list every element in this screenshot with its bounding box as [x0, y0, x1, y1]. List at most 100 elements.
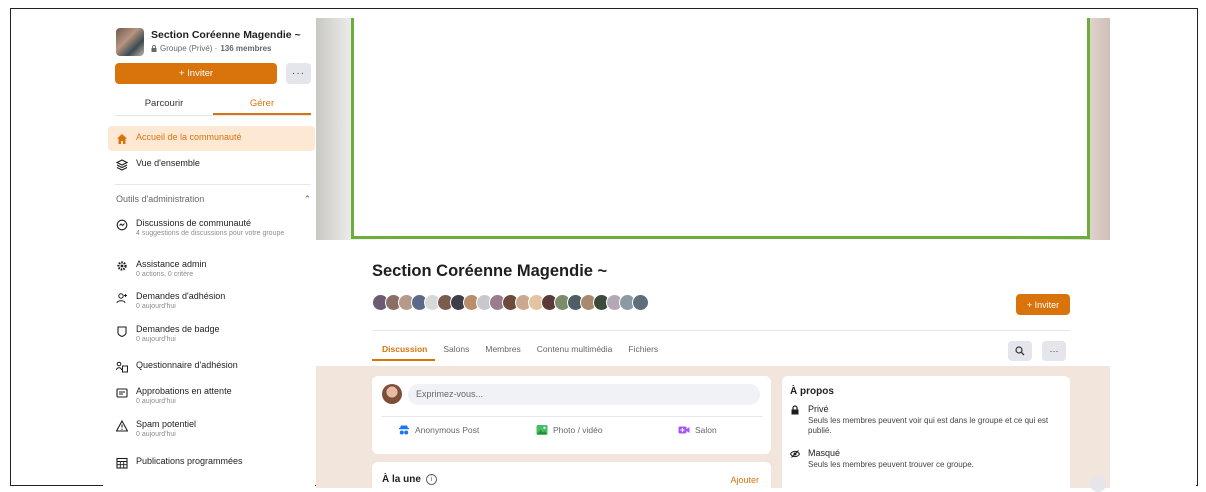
tab-discussion[interactable]: Discussion — [372, 337, 436, 361]
overview-icon — [116, 159, 128, 171]
cover-photo[interactable] — [351, 18, 1090, 239]
divider — [115, 184, 311, 185]
search-icon — [1015, 346, 1025, 356]
invite-button-label: + Inviter — [178, 68, 214, 79]
sidebar-item-assistance[interactable]: Assistance admin 0 actions, 0 critère — [108, 259, 315, 280]
sidebar-tabs: Parcourir Gérer — [115, 94, 311, 116]
about-item-desc: Seuls les membres peuvent trouver ce gro… — [808, 460, 974, 469]
sidebar-item-label: Questionnaire d'adhésion — [136, 360, 238, 370]
post-composer: Exprimez-vous... Anonymous Post Photo / … — [372, 376, 771, 454]
sidebar-item-sub: 0 aujourd'hui — [136, 303, 176, 310]
tab-fichiers[interactable]: Fichiers — [620, 337, 666, 361]
divider — [372, 330, 1070, 331]
sidebar-item-demandes-badge[interactable]: Demandes de badge 0 aujourd'hui — [108, 324, 315, 345]
lock-icon — [151, 45, 157, 52]
about-item-privacy: Privé Seuls les membres peuvent voir qui… — [790, 404, 1064, 437]
admin-tools-label: Outils d'administration — [116, 194, 205, 204]
gear-icon — [117, 261, 127, 271]
salon-button[interactable]: Salon — [678, 424, 717, 436]
group-name[interactable]: Section Coréenne Magendie ~ — [151, 29, 301, 41]
tab-salons[interactable]: Salons — [435, 337, 477, 361]
sidebar-item-discussions[interactable]: Discussions de communauté 4 suggestions d… — [108, 218, 315, 239]
calendar-icon — [116, 457, 128, 469]
anonymous-icon — [399, 425, 409, 435]
invite-button[interactable]: + Inviter — [115, 63, 277, 84]
more-options-button[interactable]: ··· — [286, 63, 311, 84]
anonymous-post-label: Anonymous Post — [415, 425, 480, 435]
sidebar-item-sub: 0 aujourd'hui — [136, 431, 176, 438]
group-member-count[interactable]: 136 membres — [220, 44, 271, 53]
main-content: Section Coréenne Magendie ~ + Inviter Di… — [316, 18, 1110, 488]
photo-icon — [536, 425, 548, 435]
composer-input[interactable]: Exprimez-vous... — [408, 384, 760, 405]
sidebar-item-label: Vue d'ensemble — [136, 158, 200, 168]
warning-icon — [116, 420, 128, 432]
page-title: Section Coréenne Magendie ~ — [372, 262, 608, 280]
sidebar-item-approbations[interactable]: Approbations en attente 0 aujourd'hui — [108, 386, 315, 407]
avatar[interactable] — [632, 294, 649, 311]
sidebar-item-sub: 4 suggestions de discussions pour votre … — [136, 230, 285, 237]
member-avatars[interactable] — [372, 294, 649, 314]
home-icon — [117, 134, 127, 144]
search-button[interactable] — [1008, 341, 1032, 361]
badge-icon — [117, 326, 127, 337]
sidebar-item-accueil[interactable]: Accueil de la communauté — [108, 126, 315, 151]
sidebar-item-publications[interactable]: Publications programmées — [108, 456, 315, 469]
scroll-button[interactable] — [1090, 476, 1106, 492]
info-icon[interactable]: i — [425, 474, 437, 485]
featured-section: À la une i Ajouter — [372, 462, 771, 488]
sidebar-item-questionnaire[interactable]: Questionnaire d'adhésion — [108, 360, 315, 373]
about-item-visibility: Masqué Seuls les membres peuvent trouver… — [790, 448, 1064, 470]
sidebar-item-label: Approbations en attente — [136, 386, 232, 396]
sidebar-item-label: Demandes de badge — [136, 324, 220, 334]
add-person-icon — [116, 293, 127, 304]
add-featured-button[interactable]: Ajouter — [730, 475, 759, 485]
sidebar-item-sub: 0 actions, 0 critère — [136, 271, 194, 278]
about-item-desc: Seuls les membres peuvent voir qui est d… — [808, 416, 1049, 436]
featured-title: À la une i — [382, 474, 437, 485]
featured-label: À la une — [382, 474, 421, 485]
chevron-up-icon[interactable]: ⌃ — [303, 194, 311, 205]
about-panel: À propos Privé Seuls les membres peuvent… — [782, 376, 1070, 488]
discussion-icon — [116, 219, 128, 231]
sidebar-item-label: Assistance admin — [136, 259, 207, 269]
tab-membres[interactable]: Membres — [477, 337, 528, 361]
eye-hidden-icon — [790, 450, 800, 458]
tab-gerer[interactable]: Gérer — [213, 94, 311, 115]
sidebar-item-label: Discussions de communauté — [136, 218, 252, 228]
lock-icon — [791, 405, 799, 415]
questionnaire-icon — [116, 361, 128, 373]
admin-tools-header[interactable]: Outils d'administration ⌃ — [116, 194, 311, 205]
avatar[interactable] — [382, 384, 402, 404]
sidebar-item-label: Demandes d'adhésion — [136, 291, 226, 301]
sidebar-item-label: Accueil de la communauté — [136, 132, 242, 142]
invite-button-label: + Inviter — [1026, 299, 1060, 310]
invite-button-main[interactable]: + Inviter — [1016, 294, 1070, 315]
sidebar: Section Coréenne Magendie ~ Groupe (Priv… — [103, 18, 315, 488]
about-item-title: Privé — [808, 404, 829, 414]
photo-video-label: Photo / vidéo — [553, 425, 603, 435]
sidebar-item-sub: 0 aujourd'hui — [136, 398, 176, 405]
group-tabs: Discussion Salons Membres Contenu multim… — [372, 337, 666, 361]
video-room-icon — [678, 426, 690, 434]
salon-label: Salon — [695, 425, 717, 435]
group-privacy: Groupe (Privé) · — [160, 44, 218, 53]
sidebar-item-spam[interactable]: Spam potentiel 0 aujourd'hui — [108, 419, 315, 440]
anonymous-post-button[interactable]: Anonymous Post — [398, 424, 479, 436]
sidebar-item-label: Spam potentiel — [136, 419, 197, 429]
tab-parcourir[interactable]: Parcourir — [115, 94, 213, 115]
sidebar-item-demandes-adhesion[interactable]: Demandes d'adhésion 0 aujourd'hui — [108, 291, 315, 312]
sidebar-item-label: Publications programmées — [136, 456, 243, 466]
sidebar-item-sub: 0 aujourd'hui — [136, 336, 176, 343]
group-header[interactable]: Section Coréenne Magendie ~ Groupe (Priv… — [116, 28, 315, 58]
pending-icon — [116, 388, 128, 398]
tab-contenu-multimedia[interactable]: Contenu multimédia — [529, 337, 621, 361]
more-options-button[interactable]: ··· — [1042, 341, 1066, 361]
group-thumbnail[interactable] — [116, 28, 144, 56]
divider — [382, 416, 762, 417]
sidebar-item-vue-ensemble[interactable]: Vue d'ensemble — [108, 158, 315, 178]
photo-video-button[interactable]: Photo / vidéo — [536, 424, 603, 436]
right-margin — [1110, 18, 1196, 488]
about-title: À propos — [790, 386, 834, 397]
group-meta: Groupe (Privé) · 136 membres — [151, 44, 272, 53]
